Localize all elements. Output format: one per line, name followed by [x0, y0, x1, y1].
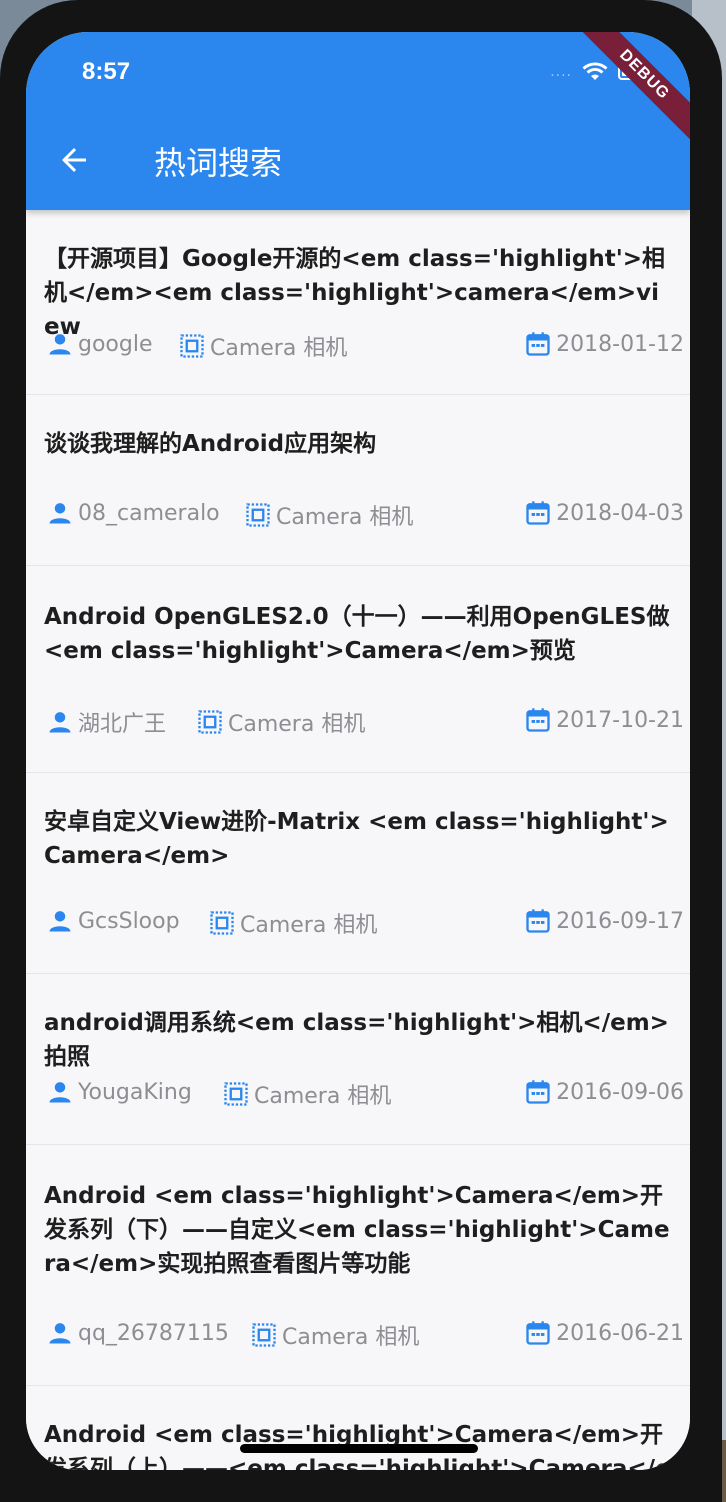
person-icon	[49, 1082, 71, 1103]
calendar-icon	[526, 332, 550, 356]
article-meta: YougaKing Camera 相机 2016-09-06	[46, 1078, 684, 1110]
author-name: qq_26787115	[78, 1320, 229, 1346]
article-author: GcsSloop	[46, 907, 180, 935]
article-date: 2017-10-21	[524, 706, 684, 734]
article-item[interactable]: 谈谈我理解的Android应用架构 08_cameralo Camera 相机 …	[26, 395, 690, 566]
back-arrow-icon[interactable]	[56, 142, 92, 178]
signal-icon: ....	[550, 64, 572, 80]
article-date: 2016-06-21	[524, 1319, 684, 1347]
chip-icon	[246, 503, 270, 527]
article-author: google	[46, 330, 153, 358]
article-meta: GcsSloop Camera 相机 2016-09-17	[46, 907, 684, 939]
date-text: 2017-10-21	[556, 707, 684, 733]
article-item[interactable]: Android <em class='highlight'>Camera</em…	[26, 1386, 690, 1470]
home-indicator[interactable]	[240, 1444, 478, 1453]
date-text: 2016-09-17	[556, 908, 684, 934]
article-category: Camera 相机	[196, 706, 365, 738]
person-icon	[49, 1323, 71, 1344]
date-text: 2016-06-21	[556, 1320, 684, 1346]
category-name: Camera 相机	[240, 913, 378, 938]
article-date: 2018-04-03	[524, 499, 684, 527]
article-title: android调用系统<em class='highlight'>相机</em>…	[44, 1010, 669, 1070]
article-meta: qq_26787115 Camera 相机 2016-06-21	[46, 1319, 684, 1351]
person-icon	[49, 712, 71, 733]
article-category: Camera 相机	[244, 499, 413, 531]
calendar-icon	[526, 501, 550, 525]
chip-icon	[210, 911, 234, 935]
article-title: 谈谈我理解的Android应用架构	[44, 431, 377, 457]
person-icon	[49, 911, 71, 932]
wifi-icon	[582, 62, 608, 80]
article-item[interactable]: 安卓自定义View进阶-Matrix <em class='highlight'…	[26, 773, 690, 974]
article-title: Android OpenGLES2.0（十一）——利用OpenGLES做<em …	[44, 604, 670, 664]
article-category: Camera 相机	[208, 907, 377, 939]
article-item[interactable]: Android OpenGLES2.0（十一）——利用OpenGLES做<em …	[26, 566, 690, 773]
article-author: qq_26787115	[46, 1319, 229, 1347]
chip-icon	[198, 710, 222, 734]
article-item[interactable]: android调用系统<em class='highlight'>相机</em>…	[26, 974, 690, 1145]
status-time: 8:57	[82, 58, 131, 85]
chip-icon	[224, 1082, 248, 1106]
article-meta: google Camera 相机 2018-01-12	[46, 330, 684, 362]
author-name: YougaKing	[78, 1079, 192, 1105]
date-text: 2016-09-06	[556, 1079, 684, 1105]
article-date: 2016-09-17	[524, 907, 684, 935]
calendar-icon	[526, 708, 550, 732]
category-name: Camera 相机	[210, 336, 348, 361]
author-name: 08_cameralo	[78, 500, 220, 526]
article-meta: 湖北广王 Camera 相机 2017-10-21	[46, 706, 684, 738]
chip-icon	[252, 1323, 276, 1347]
calendar-icon	[526, 1321, 550, 1345]
app-screen: 8:57 .... DEBUG 热词搜索 【开源项目】Google开源的<em …	[26, 32, 690, 1470]
chip-icon	[180, 334, 204, 358]
article-list[interactable]: 【开源项目】Google开源的<em class='highlight'>相机<…	[26, 210, 690, 1470]
article-meta: 08_cameralo Camera 相机 2018-04-03	[46, 499, 684, 531]
author-name: GcsSloop	[78, 908, 180, 934]
article-category: Camera 相机	[250, 1319, 419, 1351]
app-bar: 8:57 .... DEBUG 热词搜索	[26, 32, 690, 210]
phone-frame: 8:57 .... DEBUG 热词搜索 【开源项目】Google开源的<em …	[0, 0, 722, 1502]
article-date: 2018-01-12	[524, 330, 684, 358]
article-category: Camera 相机	[222, 1078, 391, 1110]
calendar-icon	[526, 909, 550, 933]
page-title: 热词搜索	[154, 144, 283, 182]
author-name: 湖北广王	[78, 712, 167, 737]
article-category: Camera 相机	[178, 330, 347, 362]
debug-banner: DEBUG	[571, 32, 690, 148]
category-name: Camera 相机	[254, 1084, 392, 1109]
calendar-icon	[526, 1080, 550, 1104]
article-title: 【开源项目】Google开源的<em class='highlight'>相机<…	[44, 246, 666, 340]
article-author: 08_cameralo	[46, 499, 220, 527]
article-item[interactable]: 【开源项目】Google开源的<em class='highlight'>相机<…	[26, 210, 690, 395]
category-name: Camera 相机	[282, 1325, 420, 1350]
person-icon	[49, 334, 71, 355]
article-title: Android <em class='highlight'>Camera</em…	[44, 1183, 670, 1277]
author-name: google	[78, 331, 153, 357]
article-date: 2016-09-06	[524, 1078, 684, 1106]
article-title: 安卓自定义View进阶-Matrix <em class='highlight'…	[44, 809, 669, 869]
article-author: YougaKing	[46, 1078, 192, 1106]
article-author: 湖北广王	[46, 706, 166, 738]
category-name: Camera 相机	[228, 712, 366, 737]
person-icon	[49, 503, 71, 524]
date-text: 2018-01-12	[556, 331, 684, 357]
article-item[interactable]: Android <em class='highlight'>Camera</em…	[26, 1145, 690, 1386]
category-name: Camera 相机	[276, 505, 414, 530]
date-text: 2018-04-03	[556, 500, 684, 526]
